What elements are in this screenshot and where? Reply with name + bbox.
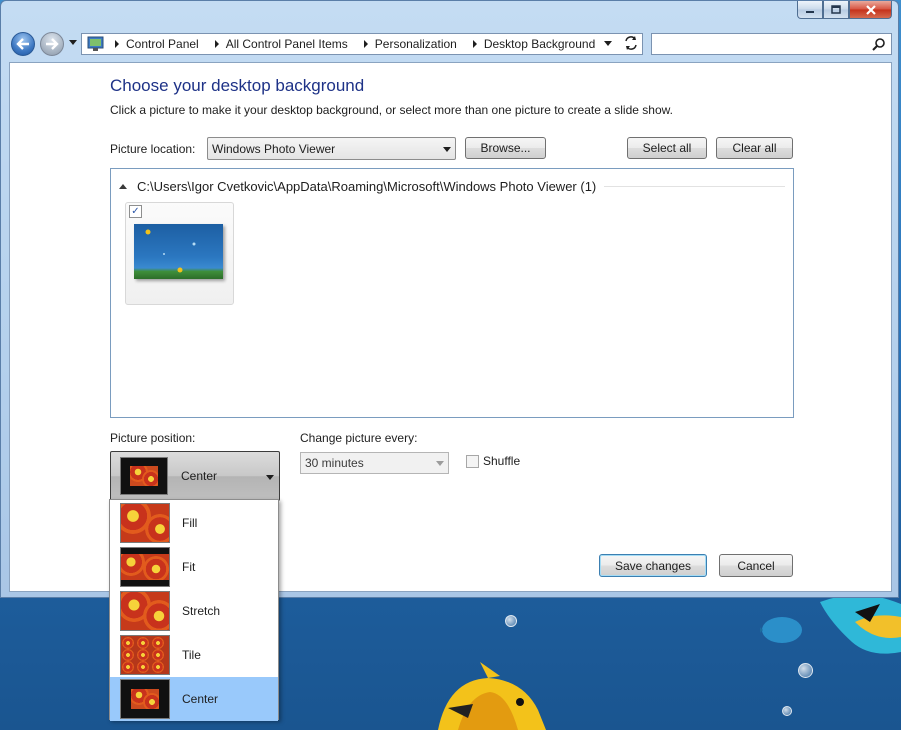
- back-button[interactable]: [11, 32, 35, 56]
- picture-position-select[interactable]: Center: [110, 451, 280, 501]
- select-all-button[interactable]: Select all: [627, 137, 707, 159]
- breadcrumb-separator-icon: [472, 40, 477, 48]
- control-panel-icon: [87, 36, 104, 51]
- picture-position-dropdown: Fill Fit Stretch Tile Center: [109, 499, 279, 721]
- chevron-down-icon: [443, 146, 451, 152]
- position-option-fit[interactable]: Fit: [110, 545, 278, 589]
- picture-location-label: Picture location:: [110, 142, 196, 156]
- back-arrow-icon: [16, 38, 29, 50]
- stretch-preview-icon: [120, 591, 170, 631]
- close-button[interactable]: [849, 1, 892, 19]
- breadcrumb-control-panel[interactable]: Control Panel: [126, 37, 199, 51]
- refresh-icon[interactable]: [623, 35, 639, 51]
- page-title: Choose your desktop background: [110, 76, 365, 95]
- bubble-decoration: [505, 615, 517, 627]
- minimize-button[interactable]: [797, 1, 823, 19]
- position-option-stretch[interactable]: Stretch: [110, 589, 278, 633]
- forward-button[interactable]: [40, 32, 64, 56]
- maximize-button[interactable]: [823, 1, 849, 19]
- change-picture-label: Change picture every:: [300, 431, 418, 445]
- chevron-down-icon: [266, 475, 274, 480]
- address-bar[interactable]: Control Panel All Control Panel Items Pe…: [81, 33, 643, 55]
- page-subtitle: Click a picture to make it your desktop …: [110, 103, 673, 117]
- picture-position-value: Center: [181, 469, 218, 483]
- fish-wallpaper-art: [145, 229, 196, 273]
- breadcrumb-separator-icon: [363, 40, 368, 48]
- chevron-down-icon: [436, 461, 444, 466]
- position-option-center[interactable]: Center: [110, 677, 278, 721]
- change-interval-select: 30 minutes: [300, 452, 449, 474]
- position-option-tile[interactable]: Tile: [110, 633, 278, 677]
- wallpaper-thumbnail[interactable]: ✓: [125, 202, 234, 305]
- fit-preview-icon: [120, 547, 170, 587]
- bubble-decoration: [782, 706, 792, 716]
- maximize-icon: [831, 5, 841, 14]
- shuffle-label: Shuffle: [483, 454, 521, 468]
- gallery-group-header[interactable]: C:\Users\Igor Cvetkovic\AppData\Roaming\…: [119, 179, 785, 194]
- picture-position-label: Picture position:: [110, 431, 196, 445]
- position-option-label: Fill: [182, 516, 198, 530]
- cancel-button[interactable]: Cancel: [719, 554, 793, 577]
- position-option-label: Fit: [182, 560, 196, 574]
- recent-pages-dropdown[interactable]: [69, 40, 77, 45]
- position-option-fill[interactable]: Fill: [110, 501, 278, 545]
- breadcrumb-all-items[interactable]: All Control Panel Items: [226, 37, 348, 51]
- bubble-decoration: [798, 663, 813, 678]
- search-input[interactable]: [651, 33, 892, 55]
- browse-button[interactable]: Browse...: [465, 137, 546, 159]
- group-divider: [604, 186, 785, 187]
- wallpaper-preview-image: [134, 224, 223, 279]
- picture-location-value: Windows Photo Viewer: [212, 141, 336, 156]
- shuffle-checkbox[interactable]: Shuffle: [466, 454, 520, 468]
- forward-arrow-icon: [46, 38, 59, 50]
- fill-preview-icon: [120, 503, 170, 543]
- save-changes-button[interactable]: Save changes: [599, 554, 707, 577]
- gallery-group-path: C:\Users\Igor Cvetkovic\AppData\Roaming\…: [137, 179, 597, 194]
- breadcrumb-separator-icon: [214, 40, 219, 48]
- collapse-group-icon[interactable]: [119, 184, 127, 189]
- breadcrumb-desktop-background[interactable]: Desktop Background: [484, 37, 595, 51]
- address-dropdown-icon[interactable]: [604, 41, 612, 46]
- picture-gallery: C:\Users\Igor Cvetkovic\AppData\Roaming\…: [110, 168, 794, 418]
- close-icon: [865, 4, 876, 15]
- change-interval-value: 30 minutes: [305, 456, 364, 470]
- breadcrumb-separator-icon: [115, 40, 119, 48]
- caption-buttons: [797, 1, 892, 19]
- picture-location-select[interactable]: Windows Photo Viewer: [207, 137, 456, 160]
- position-option-label: Stretch: [182, 604, 221, 618]
- tropical-fish-image: [760, 594, 901, 654]
- minimize-icon: [806, 10, 814, 13]
- clear-all-button[interactable]: Clear all: [716, 137, 793, 159]
- thumbnail-checkbox[interactable]: ✓: [129, 205, 142, 218]
- navigation-bar: Control Panel All Control Panel Items Pe…: [11, 32, 892, 58]
- search-icon[interactable]: [872, 37, 886, 51]
- center-preview-icon: [120, 457, 168, 495]
- yellow-fish-image: [438, 662, 546, 730]
- center-preview-icon: [120, 679, 170, 719]
- position-option-label: Tile: [182, 648, 201, 662]
- shuffle-checkbox-box[interactable]: [466, 454, 479, 468]
- position-option-label: Center: [182, 692, 219, 706]
- breadcrumb-personalization[interactable]: Personalization: [375, 37, 457, 51]
- checkmark-icon: ✓: [131, 206, 140, 217]
- tile-preview-icon: [120, 635, 170, 675]
